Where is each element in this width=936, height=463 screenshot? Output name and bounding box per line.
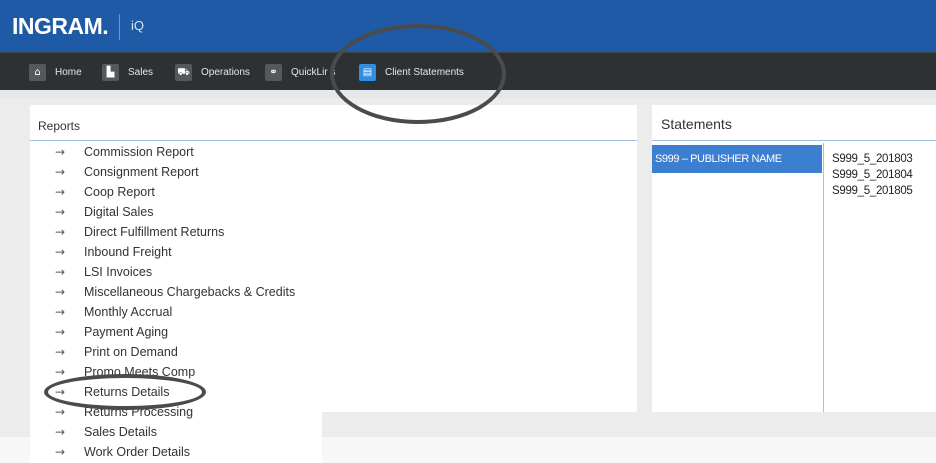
arrow-right-icon: → [55, 265, 66, 279]
arrow-right-icon: → [55, 365, 66, 379]
arrow-right-icon: → [55, 165, 66, 179]
report-label: Print on Demand [84, 345, 178, 359]
arrow-right-icon: → [55, 445, 66, 459]
bar-chart-icon: ▙ [102, 63, 119, 81]
nav-item-sales[interactable]: ▙ Sales [102, 63, 153, 81]
report-label: Returns Processing [84, 405, 194, 419]
nav-label: Operations [201, 66, 250, 78]
report-label: Inbound Freight [84, 245, 172, 259]
report-item-monthly-accrual[interactable]: → Monthly Accrual [30, 302, 172, 322]
column-divider [823, 143, 824, 412]
nav-label: Sales [128, 66, 154, 78]
report-label: Promo Meets Comp [84, 365, 196, 379]
arrow-right-icon: → [55, 245, 66, 259]
nav-underbar [0, 90, 936, 98]
statements-header: Statements [652, 105, 936, 141]
report-label: Commission Report [84, 145, 194, 159]
statement-file-list: S999_5_201803 S999_5_201804 S999_5_20180… [832, 151, 913, 199]
nav-item-client-statements[interactable]: ▤ Client Statements [359, 63, 464, 81]
report-item-returns-details[interactable]: → Returns Details [30, 382, 169, 402]
reports-title: Reports [38, 119, 81, 133]
report-label: Sales Details [84, 425, 157, 439]
report-item-print-on-demand[interactable]: → Print on Demand [30, 342, 178, 362]
arrow-right-icon: → [55, 325, 66, 339]
nav-label: Client Statements [385, 66, 464, 78]
report-label: Coop Report [84, 185, 155, 199]
report-item-returns-processing[interactable]: → Returns Processing [30, 402, 193, 422]
report-label: Consignment Report [84, 165, 199, 179]
report-item-commission-report[interactable]: → Commission Report [30, 142, 194, 162]
reports-header: Reports [30, 105, 637, 141]
report-label: Work Order Details [84, 445, 191, 459]
brand-divider [119, 14, 120, 40]
report-item-direct-fulfillment-returns[interactable]: → Direct Fulfillment Returns [30, 222, 224, 242]
report-item-work-order-details[interactable]: → Work Order Details [30, 442, 190, 462]
ingram-logo[interactable]: INGRAM. [12, 13, 109, 40]
report-item-sales-details[interactable]: → Sales Details [30, 422, 157, 442]
arrow-right-icon: → [55, 285, 66, 299]
statement-file[interactable]: S999_5_201804 [832, 167, 913, 183]
report-list: → Commission Report → Consignment Report… [30, 141, 322, 463]
product-name: iQ [131, 18, 144, 33]
arrow-right-icon: → [55, 405, 66, 419]
statements-title: Statements [661, 116, 732, 132]
document-icon: ▤ [359, 63, 376, 81]
publisher-row-selected[interactable]: S999 – PUBLISHER NAME [652, 145, 822, 173]
report-item-lsi-invoices[interactable]: → LSI Invoices [30, 262, 152, 282]
report-label: Direct Fulfillment Returns [84, 225, 225, 239]
report-label: LSI Invoices [84, 265, 153, 279]
report-label: Monthly Accrual [84, 305, 173, 319]
report-label: Payment Aging [84, 325, 169, 339]
main-nav: ⌂ Home ▙ Sales ⛟ Operations ⚭ QuickLir s… [0, 52, 936, 90]
arrow-right-icon: → [55, 425, 66, 439]
truck-icon: ⛟ [175, 63, 192, 81]
report-item-digital-sales[interactable]: → Digital Sales [30, 202, 153, 222]
arrow-right-icon: → [55, 225, 66, 239]
arrow-right-icon: → [55, 305, 66, 319]
statements-panel: Statements S999 – PUBLISHER NAME S999_5_… [652, 105, 936, 412]
nav-label: QuickLir s [291, 66, 336, 78]
nav-item-quicklinks[interactable]: ⚭ QuickLir s [265, 63, 335, 81]
report-label: Returns Details [84, 385, 170, 399]
link-icon: ⚭ [265, 63, 282, 81]
report-label: Miscellaneous Chargebacks & Credits [84, 285, 296, 299]
arrow-right-icon: → [55, 205, 66, 219]
publisher-list [652, 173, 822, 412]
report-item-promo-meets-comp[interactable]: → Promo Meets Comp [30, 362, 195, 382]
report-item-inbound-freight[interactable]: → Inbound Freight [30, 242, 172, 262]
report-item-consignment-report[interactable]: → Consignment Report [30, 162, 199, 182]
arrow-right-icon: → [55, 385, 66, 399]
report-item-payment-aging[interactable]: → Payment Aging [30, 322, 168, 342]
report-item-coop-report[interactable]: → Coop Report [30, 182, 155, 202]
arrow-right-icon: → [55, 145, 66, 159]
home-icon: ⌂ [29, 63, 46, 81]
report-label: Digital Sales [84, 205, 154, 219]
statement-file[interactable]: S999_5_201803 [832, 151, 913, 167]
statement-file[interactable]: S999_5_201805 [832, 183, 913, 199]
arrow-right-icon: → [55, 185, 66, 199]
brand-bar: INGRAM. iQ [0, 0, 936, 52]
nav-item-operations[interactable]: ⛟ Operations [175, 63, 250, 81]
arrow-right-icon: → [55, 345, 66, 359]
nav-item-home[interactable]: ⌂ Home [29, 63, 82, 81]
report-item-misc-chargebacks-credits[interactable]: → Miscellaneous Chargebacks & Credits [30, 282, 295, 302]
nav-label: Home [55, 66, 82, 78]
